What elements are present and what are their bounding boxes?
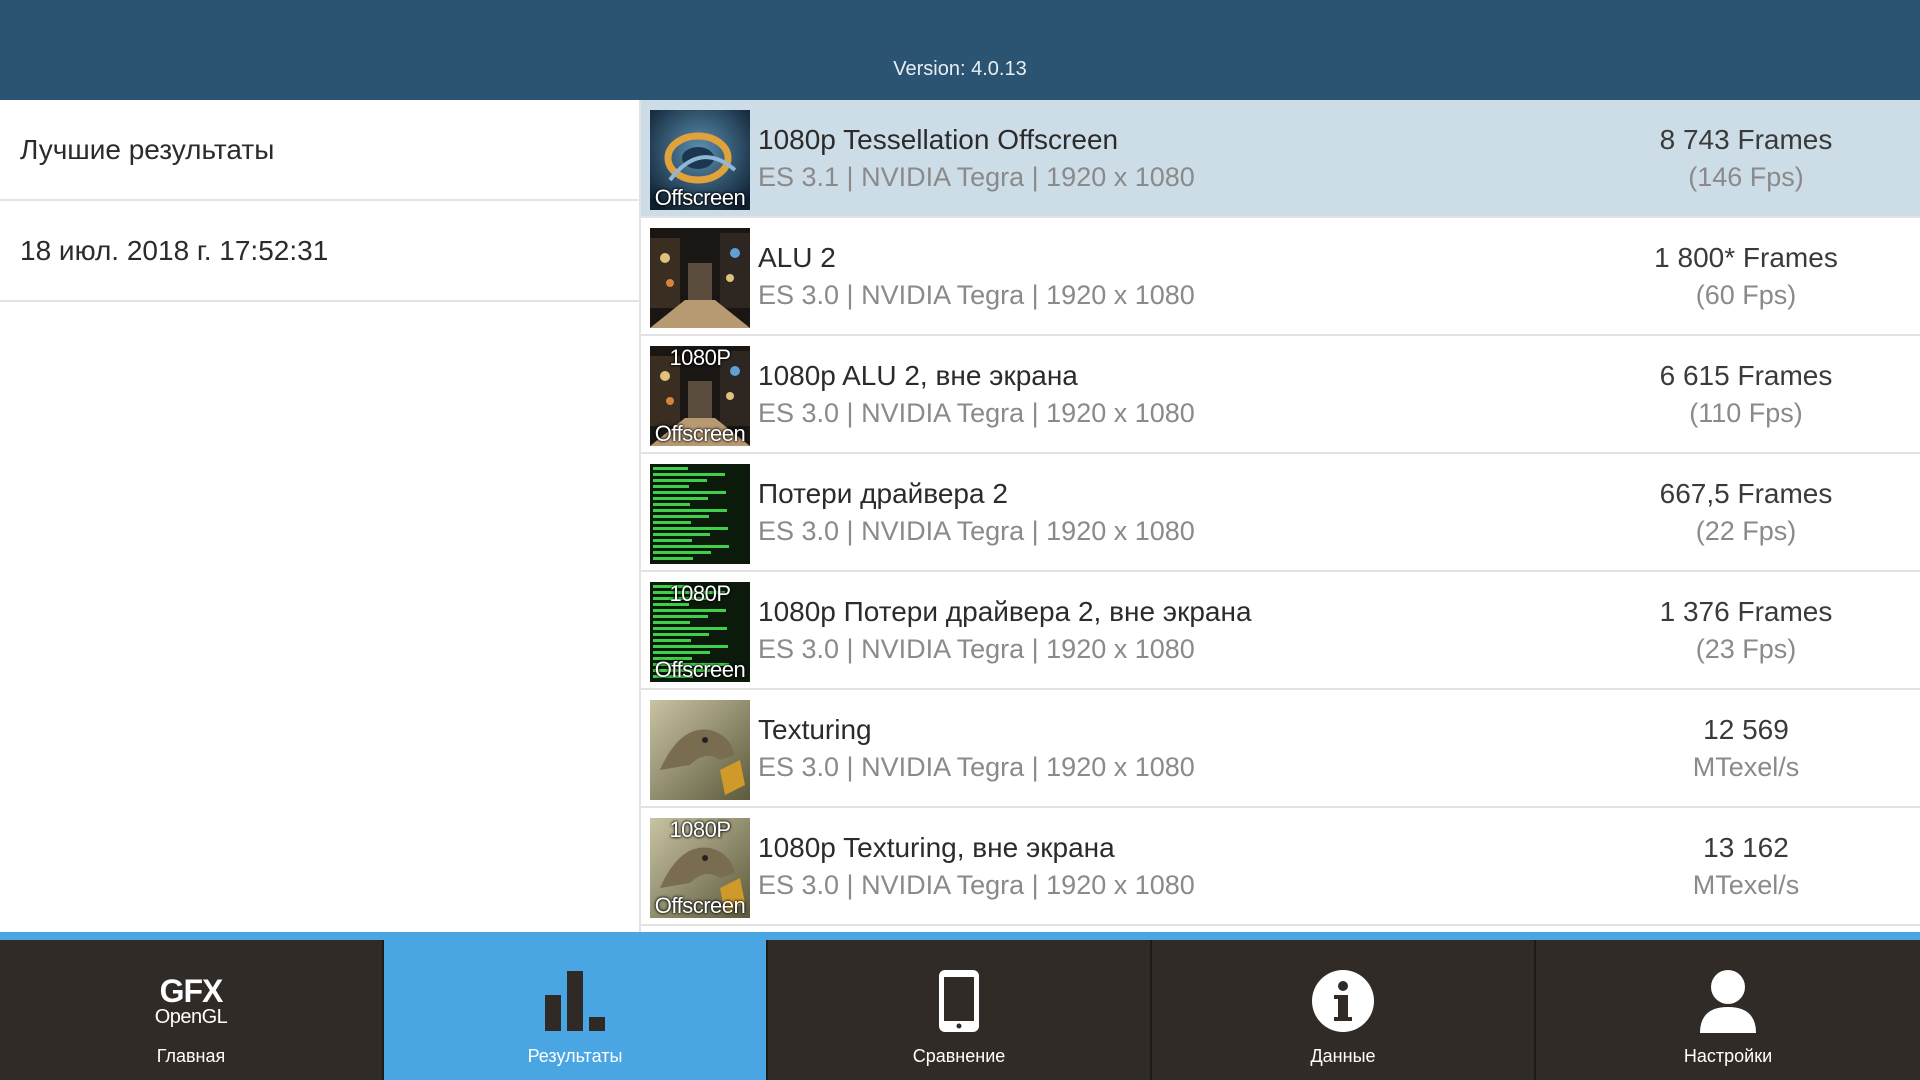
- best-results-item[interactable]: Лучшие результаты: [0, 100, 640, 201]
- test-thumbnail: [650, 700, 750, 800]
- result-row[interactable]: ALU 2 ES 3.0 | NVIDIA Tegra | 1920 x 1080…: [641, 218, 1920, 336]
- nav-item-gfx-opengl[interactable]: GFX OpenGL Главная: [0, 940, 384, 1080]
- test-score: 6 615 Frames: [1659, 360, 1833, 391]
- version-label: Version: 4.0.13: [893, 58, 1027, 80]
- test-score-unit: (60 Fps): [1695, 280, 1797, 310]
- nav-label: Главная: [156, 1046, 226, 1066]
- nav-accent-line: [0, 932, 1920, 940]
- nav-label: Результаты: [527, 1046, 623, 1066]
- test-title: 1080p ALU 2, вне экрана: [758, 360, 1078, 391]
- test-thumbnail: 1080P Offscreen: [650, 346, 750, 446]
- test-subtitle: ES 3.0 | NVIDIA Tegra | 1920 x 1080: [758, 634, 1195, 664]
- test-thumbnail: 1080P Offscreen: [650, 818, 750, 918]
- nav-label: Настройки: [1683, 1046, 1773, 1066]
- test-score: 1 376 Frames: [1659, 596, 1833, 627]
- result-row[interactable]: Потери драйвера 2 ES 3.0 | NVIDIA Tegra |…: [641, 454, 1920, 572]
- test-score-unit: (23 Fps): [1695, 634, 1797, 664]
- test-score: 667,5 Frames: [1659, 478, 1833, 509]
- bottom-navigation: GFX OpenGL Главная Результаты Сравнение Данны…: [0, 940, 1920, 1080]
- test-score-unit: MTexel/s: [1692, 752, 1800, 782]
- result-row[interactable]: 1080P Offscreen 1080p Потери драйвера 2, в…: [641, 572, 1920, 690]
- app-header: Version: 4.0.13: [0, 0, 1920, 100]
- gfx-logo-text: GFX: [159, 973, 224, 1009]
- test-title: ALU 2: [758, 242, 836, 273]
- test-thumbnail: [650, 464, 750, 564]
- user-icon: [1536, 968, 1920, 1034]
- result-row[interactable]: 1080P Offscreen 1080p Texturing, вне экран…: [641, 808, 1920, 926]
- test-subtitle: ES 3.0 | NVIDIA Tegra | 1920 x 1080: [758, 398, 1195, 428]
- test-title: 1080p Tessellation Offscreen: [758, 124, 1119, 155]
- test-subtitle: ES 3.0 | NVIDIA Tegra | 1920 x 1080: [758, 516, 1195, 546]
- thumbnail-offscreen-tag: Offscreen: [654, 421, 746, 446]
- thumbnail-resolution-tag: 1080P: [669, 818, 731, 842]
- thumbnail-offscreen-tag: Offscreen: [654, 657, 746, 682]
- test-score-unit: (146 Fps): [1688, 162, 1804, 192]
- test-score: 8 743 Frames: [1659, 124, 1833, 155]
- result-row[interactable]: 1080P Offscreen 1080p ALU 2, вне экрана ES …: [641, 336, 1920, 454]
- result-date-item[interactable]: 18 июл. 2018 г. 17:52:31: [0, 201, 640, 302]
- phone-icon: [768, 968, 1150, 1034]
- test-subtitle: ES 3.0 | NVIDIA Tegra | 1920 x 1080: [758, 752, 1195, 782]
- test-thumbnail: [650, 228, 750, 328]
- test-title: Потери драйвера 2: [758, 478, 1008, 509]
- test-thumbnail: Offscreen: [650, 110, 750, 210]
- nav-item-phone[interactable]: Сравнение: [768, 940, 1152, 1080]
- test-thumbnail: 1080P Offscreen: [650, 582, 750, 682]
- thumbnail-resolution-tag: 1080P: [669, 582, 731, 606]
- thumbnail-resolution-tag: 1080P: [669, 346, 731, 370]
- test-score-unit: MTexel/s: [1692, 870, 1800, 900]
- test-title: 1080p Texturing, вне экрана: [758, 832, 1115, 863]
- thumbnail-offscreen-tag: Offscreen: [654, 893, 746, 918]
- results-list: Offscreen 1080p Tessellation Offscreen ES …: [641, 100, 1920, 932]
- nav-item-bar-chart[interactable]: Результаты: [384, 940, 768, 1080]
- test-title: 1080p Потери драйвера 2, вне экрана: [758, 596, 1252, 627]
- test-score: 1 800* Frames: [1654, 242, 1838, 273]
- left-panel: Лучшие результаты 18 июл. 2018 г. 17:52:…: [0, 100, 640, 932]
- nav-item-user[interactable]: Настройки: [1536, 940, 1920, 1080]
- nav-label: Сравнение: [912, 1046, 1006, 1066]
- nav-item-info[interactable]: Данные: [1152, 940, 1536, 1080]
- result-row[interactable]: Offscreen 1080p Tessellation Offscreen ES …: [641, 100, 1920, 218]
- opengl-logo-text: OpenGL: [154, 1006, 228, 1028]
- bar-chart-icon: [384, 968, 766, 1034]
- test-subtitle: ES 3.0 | NVIDIA Tegra | 1920 x 1080: [758, 280, 1195, 310]
- test-subtitle: ES 3.0 | NVIDIA Tegra | 1920 x 1080: [758, 870, 1195, 900]
- test-title: Texturing: [758, 714, 872, 745]
- test-score-unit: (110 Fps): [1689, 398, 1803, 428]
- test-subtitle: ES 3.1 | NVIDIA Tegra | 1920 x 1080: [758, 162, 1195, 192]
- test-score: 12 569: [1703, 714, 1789, 745]
- gfx-opengl-logo: GFX OpenGL: [0, 968, 382, 1034]
- test-score: 13 162: [1703, 832, 1789, 863]
- test-score-unit: (22 Fps): [1695, 516, 1797, 546]
- thumbnail-offscreen-tag: Offscreen: [654, 185, 746, 210]
- nav-label: Данные: [1310, 1046, 1376, 1066]
- info-icon: [1152, 968, 1534, 1034]
- result-row[interactable]: Texturing ES 3.0 | NVIDIA Tegra | 1920 x …: [641, 690, 1920, 808]
